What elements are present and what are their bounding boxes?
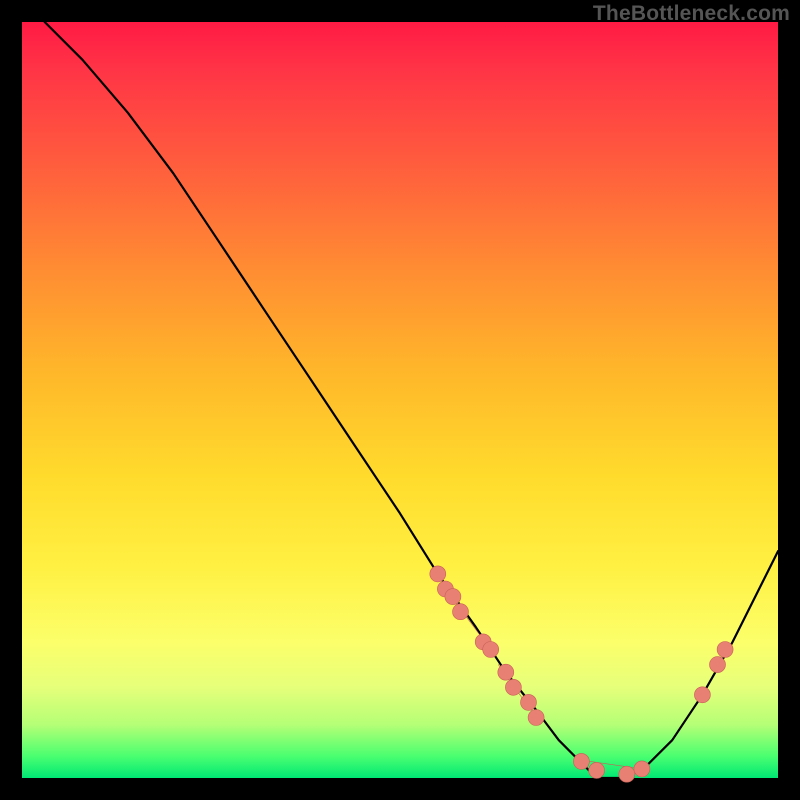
marker-dot: [717, 642, 733, 658]
marker-dot-group: [430, 566, 733, 782]
chart-svg: [22, 22, 778, 778]
marker-dot: [589, 762, 605, 778]
marker-dot: [710, 657, 726, 673]
marker-dot: [483, 642, 499, 658]
marker-dot: [573, 753, 589, 769]
marker-dot: [453, 604, 469, 620]
marker-dot: [498, 664, 514, 680]
marker-dot: [521, 694, 537, 710]
marker-dot: [430, 566, 446, 582]
marker-dot: [528, 710, 544, 726]
marker-dot: [634, 761, 650, 777]
marker-dot: [445, 589, 461, 605]
marker-dot: [694, 687, 710, 703]
marker-dot: [619, 766, 635, 782]
marker-pill-group: [445, 589, 642, 769]
marker-dot: [505, 679, 521, 695]
chart-plot-area: [22, 22, 778, 778]
bottleneck-curve: [45, 22, 778, 778]
watermark-text: TheBottleneck.com: [593, 2, 790, 26]
